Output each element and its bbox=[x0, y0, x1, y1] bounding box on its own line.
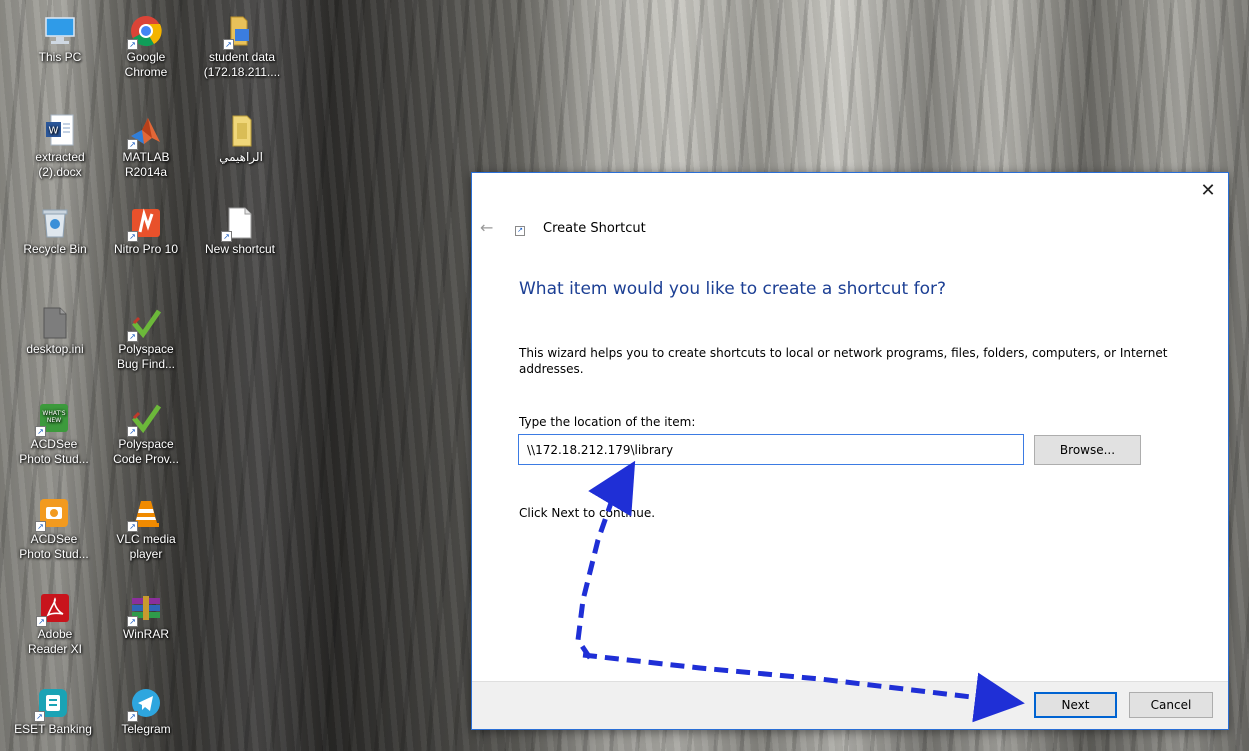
desktop-icon-new-shortcut[interactable]: ↗ New shortcut bbox=[194, 200, 286, 280]
shortcut-arrow-icon: ↗ bbox=[35, 521, 46, 532]
desktop-icon-label: MATLAB R2014a bbox=[122, 150, 170, 179]
desktop-icon-label: Polyspace Bug Find... bbox=[116, 342, 176, 371]
desktop-icon-label: Telegram bbox=[121, 722, 171, 736]
shortcut-arrow-icon: ↗ bbox=[127, 231, 138, 242]
desktop-icon-student-data[interactable]: ↗ student data (172.18.211.... bbox=[196, 8, 288, 88]
desktop-icon-label: Adobe Reader XI bbox=[27, 627, 83, 656]
shortcut-arrow-icon: ↗ bbox=[127, 139, 138, 150]
svg-text:W: W bbox=[49, 126, 59, 137]
desktop-icon-nitro-pro[interactable]: ↗ Nitro Pro 10 bbox=[102, 200, 190, 280]
desktop-icon-desktop-ini[interactable]: desktop.ini bbox=[8, 300, 102, 380]
desktop-icon-acdsee-whats-new[interactable]: WHAT'S NEW ↗ ACDSee Photo Stud... bbox=[6, 395, 102, 475]
desktop-icon-label: desktop.ini bbox=[26, 342, 84, 356]
close-button[interactable]: ✕ bbox=[1196, 179, 1220, 201]
matlab-icon: ↗ bbox=[127, 114, 163, 150]
next-button[interactable]: Next bbox=[1034, 692, 1117, 718]
ini-file-icon bbox=[38, 306, 72, 340]
desktop-icon-label: ACDSee Photo Stud... bbox=[19, 532, 89, 561]
shortcut-arrow-icon: ↗ bbox=[127, 711, 138, 722]
desktop-icon-eset-banking[interactable]: ↗ ESET Banking bbox=[4, 680, 102, 751]
desktop-icon-google-chrome[interactable]: ↗ Google Chrome bbox=[104, 8, 188, 88]
browse-button[interactable]: Browse... bbox=[1034, 435, 1141, 465]
desktop-icon-label: New shortcut bbox=[204, 242, 276, 256]
shortcut-arrow-icon: ↗ bbox=[34, 711, 45, 722]
desktop-icon-arabic-folder[interactable]: الراهيمي bbox=[196, 108, 286, 188]
polyspace-icon: ↗ bbox=[127, 401, 163, 437]
desktop-icon-label: VLC media player bbox=[116, 532, 176, 561]
recycle-bin-icon bbox=[38, 206, 72, 240]
desktop-icon-label: ESET Banking bbox=[14, 722, 92, 736]
shortcut-arrow-icon: ↗ bbox=[127, 426, 138, 437]
shortcut-arrow-icon: ↗ bbox=[127, 331, 138, 342]
continue-instruction: Click Next to continue. bbox=[519, 506, 656, 520]
desktop-icon-label: الراهيمي bbox=[219, 150, 263, 164]
desktop-icon-polyspace-code-prover[interactable]: ↗ Polyspace Code Prov... bbox=[104, 395, 188, 475]
svg-text:WHAT'S: WHAT'S bbox=[42, 410, 65, 417]
acdsee-whats-new-icon: WHAT'S NEW ↗ bbox=[35, 401, 71, 437]
desktop-icon-label: Nitro Pro 10 bbox=[113, 242, 179, 256]
location-label: Type the location of the item: bbox=[519, 415, 696, 429]
folder-icon bbox=[224, 114, 258, 148]
nitro-icon: ↗ bbox=[127, 206, 163, 242]
location-input[interactable] bbox=[518, 434, 1024, 465]
shortcut-arrow-icon: ↗ bbox=[127, 39, 138, 50]
desktop-icon-adobe-reader[interactable]: ↗ Adobe Reader XI bbox=[8, 585, 102, 665]
telegram-icon: ↗ bbox=[127, 686, 163, 722]
shortcut-arrow-icon: ↗ bbox=[127, 616, 138, 627]
desktop-icon-label: student data (172.18.211.... bbox=[203, 50, 281, 79]
folder-icon: ↗ bbox=[223, 14, 259, 50]
desktop-icon-winrar[interactable]: ↗ WinRAR bbox=[104, 585, 188, 665]
desktop-icon-telegram[interactable]: ↗ Telegram bbox=[104, 680, 188, 751]
word-doc-icon: W bbox=[43, 114, 77, 148]
blank-file-icon: ↗ bbox=[221, 206, 257, 242]
acdsee-icon: ↗ bbox=[35, 496, 71, 532]
desktop-icon-label: Recycle Bin bbox=[23, 242, 87, 256]
desktop-icon-label: extracted (2).docx bbox=[35, 150, 85, 179]
desktop-icon-matlab[interactable]: ↗ MATLAB R2014a bbox=[104, 108, 188, 188]
desktop-icon-label: This PC bbox=[38, 50, 82, 64]
shortcut-arrow-icon: ↗ bbox=[223, 39, 234, 50]
desktop-icon-label: Google Chrome bbox=[124, 50, 168, 79]
dialog-title: Create Shortcut bbox=[543, 221, 646, 236]
shortcut-arrow-icon: ↗ bbox=[35, 426, 46, 437]
svg-text:NEW: NEW bbox=[47, 417, 61, 424]
winrar-icon: ↗ bbox=[127, 591, 163, 627]
create-shortcut-dialog: ✕ ← ↗ Create Shortcut What item would yo… bbox=[471, 172, 1229, 730]
desktop-icon-extracted-docx[interactable]: W extracted (2).docx bbox=[18, 108, 102, 188]
shortcut-arrow-icon: ↗ bbox=[515, 226, 525, 236]
desktop-icon-this-pc[interactable]: This PC bbox=[18, 8, 102, 88]
eset-icon: ↗ bbox=[34, 686, 70, 722]
dialog-footer: Next Cancel bbox=[472, 681, 1228, 729]
shortcut-arrow-icon: ↗ bbox=[221, 231, 232, 242]
desktop-icon-vlc[interactable]: ↗ VLC media player bbox=[104, 490, 188, 570]
adobe-reader-icon: ↗ bbox=[36, 591, 72, 627]
polyspace-icon: ↗ bbox=[127, 306, 163, 342]
back-arrow-icon[interactable]: ← bbox=[480, 218, 493, 237]
chrome-icon: ↗ bbox=[127, 14, 163, 50]
desktop-icon-acdsee-photo-studio[interactable]: ↗ ACDSee Photo Stud... bbox=[6, 490, 102, 570]
desktop-icon-polyspace-bug-finder[interactable]: ↗ Polyspace Bug Find... bbox=[104, 300, 188, 380]
desktop-icon-recycle-bin[interactable]: Recycle Bin bbox=[8, 200, 102, 280]
this-pc-icon bbox=[43, 14, 77, 48]
desktop-icon-label: WinRAR bbox=[122, 627, 169, 641]
desktop-icon-label: Polyspace Code Prov... bbox=[113, 437, 179, 466]
cancel-button[interactable]: Cancel bbox=[1129, 692, 1213, 718]
shortcut-arrow-icon: ↗ bbox=[127, 521, 138, 532]
wizard-description: This wizard helps you to create shortcut… bbox=[519, 346, 1168, 376]
desktop-icon-label: ACDSee Photo Stud... bbox=[19, 437, 89, 466]
vlc-icon: ↗ bbox=[127, 496, 163, 532]
shortcut-arrow-icon: ↗ bbox=[36, 616, 47, 627]
wizard-heading: What item would you like to create a sho… bbox=[519, 279, 947, 299]
